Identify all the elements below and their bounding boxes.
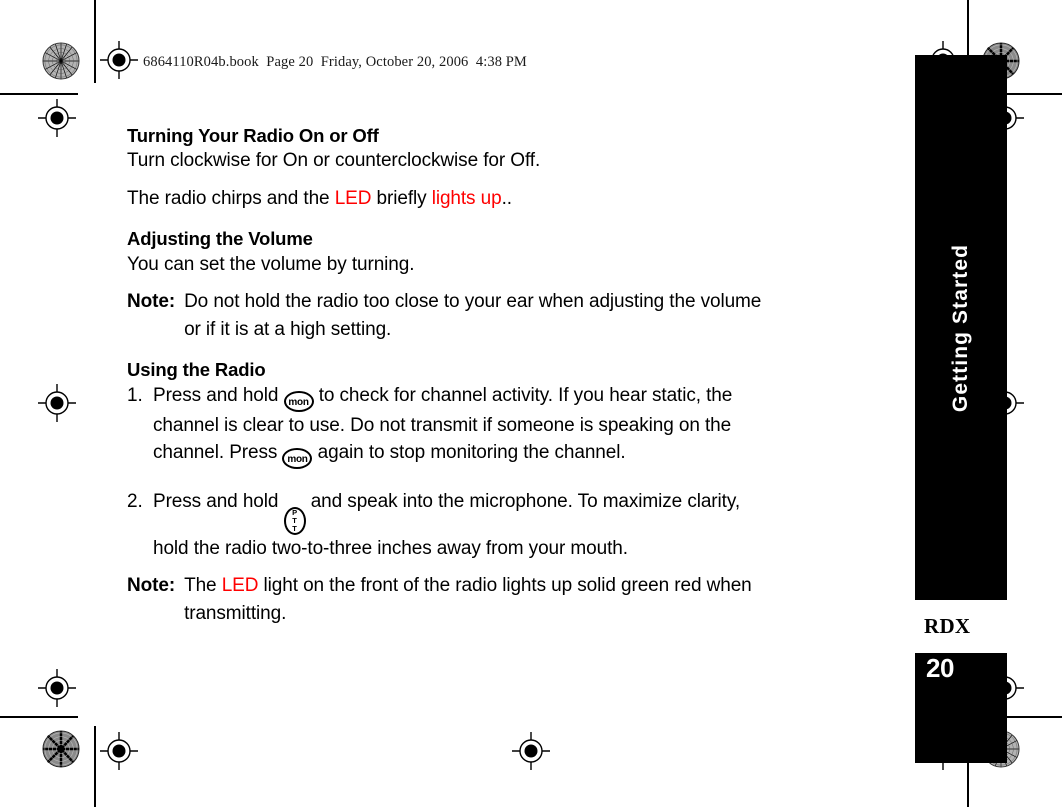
paragraph-turn-clockwise: Turn clockwise for On or counterclockwis…: [127, 150, 541, 172]
registration-mark-mid-left: [38, 384, 76, 422]
text-chirps-suffix: ..: [501, 187, 512, 209]
sidebar-chapter-text: Getting Started: [949, 243, 972, 412]
list-item-step-1: 1. Press and hold mon to check for chann…: [127, 382, 767, 470]
crop-line-top-left-h: [0, 93, 78, 95]
step2-text-a: Press and hold: [153, 491, 284, 513]
step1-text-c: again to stop monitoring the channel.: [312, 442, 626, 464]
monitor-button-icon: mon: [283, 390, 314, 412]
note-led-transmitting: Note: The LED light on the front of the …: [127, 572, 767, 627]
note-text: Do not hold the radio too close to your …: [184, 291, 762, 340]
page-number: 20: [926, 653, 954, 683]
rosette-mark-top-left: [42, 42, 80, 80]
brand-badge: RDX: [915, 600, 1007, 653]
text-briefly: briefly: [371, 187, 432, 209]
heading-using-the-radio: Using the Radio: [127, 359, 266, 381]
note-label: Note:: [127, 291, 176, 313]
heading-adjusting-volume: Adjusting the Volume: [127, 228, 313, 250]
rosette-mark-bottom-left: [42, 730, 80, 768]
registration-mark-bottom-center: [512, 732, 550, 770]
step-number: 2.: [127, 491, 143, 513]
chapter-sidebar-tab: Getting Started RDX 20: [915, 55, 1007, 763]
step-text: Press and hold PTT and speak into the mi…: [153, 488, 767, 562]
file-header-line: 6864110R04b.book Page 20 Friday, October…: [143, 54, 527, 70]
manual-page: 6864110R04b.book Page 20 Friday, October…: [0, 0, 1062, 807]
step1-text-a: Press and hold: [153, 384, 284, 406]
text-chirps-prefix: The radio chirps and the: [127, 187, 335, 209]
ptt-button-icon: PTT: [283, 506, 306, 535]
note-volume: Note: Do not hold the radio too close to…: [127, 288, 767, 343]
step-number: 1.: [127, 384, 143, 406]
crop-line-left-v: [94, 0, 96, 83]
registration-mark-upper-left: [38, 99, 76, 137]
step-text: Press and hold mon to check for channel …: [153, 382, 767, 470]
note-text-a: The: [184, 575, 222, 597]
page-content: Turning Your Radio On or Off Turn clockw…: [127, 125, 767, 628]
note-text-b: light on the front of the radio lights u…: [184, 575, 752, 624]
crop-line-bottom-left-h: [0, 716, 78, 718]
heading-turning-radio-on-off: Turning Your Radio On or Off: [127, 125, 379, 146]
paragraph-set-volume: You can set the volume by turning.: [127, 253, 415, 275]
ptt-letter-t2: T: [292, 523, 297, 533]
sidebar-chapter-label: Getting Started: [915, 55, 1007, 600]
paragraph-radio-chirps: The radio chirps and the LED briefly lig…: [127, 185, 767, 213]
registration-mark-top-left: [100, 41, 138, 79]
crop-line-left-v2: [94, 726, 96, 807]
registration-mark-bottom-left: [100, 732, 138, 770]
text-lights-up-highlight: lights up: [431, 187, 502, 209]
note-label: Note:: [127, 575, 176, 597]
list-item-step-2: 2. Press and hold PTT and speak into the…: [127, 488, 767, 562]
text-led-highlight: LED: [221, 575, 259, 597]
text-led-highlight: LED: [334, 187, 372, 209]
brand-text: RDX: [924, 614, 971, 638]
monitor-button-icon: mon: [282, 448, 313, 470]
note-text: The LED light on the front of the radio …: [184, 572, 767, 627]
registration-mark-lower-left: [38, 669, 76, 707]
